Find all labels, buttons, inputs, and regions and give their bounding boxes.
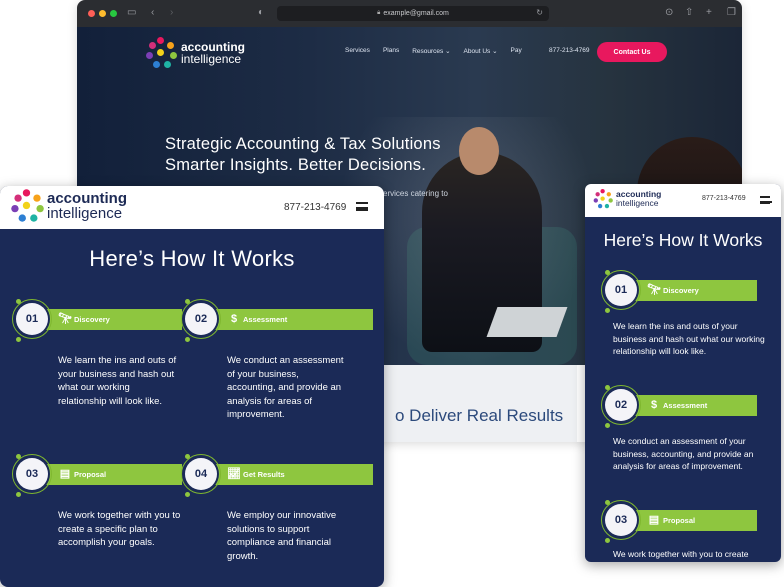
money-icon: $ (230, 313, 238, 325)
step-label-bar: 🔭︎ Discovery (629, 280, 757, 301)
step-description: We conduct an assessment of your busines… (613, 436, 754, 471)
hamburger-menu-icon[interactable] (356, 202, 368, 211)
money-icon: $ (650, 399, 658, 411)
desktop-header: accounting intelligence Services Plans R… (77, 27, 742, 79)
step-number: 02 (185, 303, 217, 335)
tablet-header: accounting intelligence 877-213-4769 (0, 186, 384, 229)
site-logo[interactable]: accounting intelligence (10, 189, 128, 223)
step-description: We learn the ins and outs of your busine… (613, 321, 765, 356)
step-label: Get Results (243, 470, 285, 479)
clipboard-icon: ▤ (648, 514, 660, 526)
nav-item-plans[interactable]: Plans (383, 47, 399, 55)
connector-node (185, 492, 190, 497)
minimize-window-button[interactable] (99, 10, 106, 17)
header-phone-link[interactable]: 877-213-4769 (284, 202, 346, 213)
step-description: We conduct an assessment of your busines… (227, 355, 344, 420)
tablet-preview: accounting intelligence 877-213-4769 Her… (0, 186, 384, 587)
step-number: 01 (605, 274, 637, 306)
results-band-panel (367, 365, 577, 442)
new-tab-icon[interactable]: + (706, 6, 712, 20)
logo-mark-icon (10, 189, 44, 223)
step-number: 01 (16, 303, 48, 335)
shield-icon[interactable]: ◐ (258, 6, 264, 20)
step-label-bar: ▤ Proposal (40, 464, 182, 485)
back-arrow-icon[interactable]: ‹ (151, 6, 154, 20)
nav-item-services[interactable]: Services (345, 47, 370, 55)
nav-item-resources[interactable]: Resources ⌄ (412, 47, 450, 55)
sidebar-toggle-icon[interactable]: ▭ (127, 6, 136, 20)
desktop-main-menu: Services Plans Resources ⌄ About Us ⌄ Pa… (345, 47, 522, 55)
url-text: example@gmail.com (383, 10, 449, 17)
nav-item-pay[interactable]: Pay (511, 47, 522, 55)
contact-us-button[interactable]: Contact Us (597, 42, 667, 62)
step-label-bar: $ Assessment (629, 395, 757, 416)
step-label-bar: 📈︎ Get Results (209, 464, 373, 485)
header-phone-link[interactable]: 877-213-4769 (549, 47, 589, 54)
logo-text-line2: intelligence (616, 198, 659, 208)
connector-node (605, 538, 610, 543)
step-label-bar: ▤ Proposal (629, 510, 757, 531)
hero-headline: Strategic Accounting & Tax Solutions Sma… (165, 134, 441, 176)
step-label: Discovery (663, 286, 699, 295)
step-description: We learn the ins and outs of your busine… (58, 355, 177, 407)
connector-node (185, 337, 190, 342)
site-logo[interactable]: accounting intelligence (593, 189, 661, 209)
hero-headline-line2: Smarter Insights. Better Decisions. (165, 156, 427, 174)
step-label: Proposal (74, 470, 107, 479)
logo-text-line1: accounting (47, 190, 128, 207)
step-number: 03 (605, 504, 637, 536)
nav-item-about-us[interactable]: About Us ⌄ (464, 47, 498, 55)
hero-headline-line1: Strategic Accounting & Tax Solutions (165, 135, 441, 153)
logo-text-line2: intelligence (47, 205, 123, 222)
section-title: Here’s How It Works (89, 246, 295, 271)
section-title: Here’s How It Works (603, 230, 763, 250)
step-description: We employ our innovative solutions to su… (227, 510, 337, 562)
growth-chart-icon: 📈︎ (227, 468, 241, 480)
maximize-window-button[interactable] (110, 10, 117, 17)
step-number: 04 (185, 458, 217, 490)
step-label: Discovery (74, 315, 110, 324)
logo-text-line2: intelligence (181, 52, 242, 66)
step-number: 03 (16, 458, 48, 490)
step-description: We work together with you to create a sp… (58, 510, 181, 548)
reload-icon[interactable]: ↻ (536, 8, 543, 17)
step-label: Proposal (663, 516, 696, 525)
step-label-bar: 🔭︎ Discovery (40, 309, 182, 330)
step-label: Assessment (663, 401, 708, 410)
connector-node (16, 492, 21, 497)
hero-photo-laptop (486, 307, 568, 337)
download-icon[interactable]: ⊙ (665, 6, 673, 20)
step-label: Assessment (243, 315, 288, 324)
results-heading: o Deliver Real Results (395, 406, 564, 425)
telescope-icon: 🔭︎ (647, 284, 661, 296)
browser-toolbar: ▭ ‹ › ◐ 🔒︎ example@gmail.com ↻ ⊙ ⇧ + ❐ (77, 0, 742, 27)
hero-photo-person-head (459, 127, 499, 175)
step-label-bar: $ Assessment (209, 309, 373, 330)
step-description: We work together with you to create (613, 549, 749, 559)
forward-arrow-icon[interactable]: › (170, 6, 173, 20)
logo-mark-icon (145, 37, 177, 69)
telescope-icon: 🔭︎ (58, 313, 72, 325)
header-phone-link[interactable]: 877-213-4769 (702, 195, 746, 202)
site-logo[interactable]: accounting intelligence (145, 37, 245, 69)
logo-mark-icon (593, 189, 613, 209)
clipboard-icon: ▤ (59, 468, 71, 480)
connector-node (16, 337, 21, 342)
lock-icon: 🔒︎ (377, 10, 381, 16)
connector-node (605, 423, 610, 428)
address-bar[interactable]: 🔒︎ example@gmail.com ↻ (277, 6, 549, 21)
hamburger-menu-icon[interactable] (760, 196, 772, 204)
step-number: 02 (605, 389, 637, 421)
mobile-preview: accounting intelligence 877-213-4769 Her… (585, 184, 781, 562)
tab-overview-icon[interactable]: ❐ (727, 6, 736, 20)
hero-subtext: ervices catering to (383, 189, 448, 198)
mobile-header: accounting intelligence 877-213-4769 (585, 184, 781, 217)
close-window-button[interactable] (88, 10, 95, 17)
share-icon[interactable]: ⇧ (685, 6, 693, 20)
connector-node (605, 308, 610, 313)
